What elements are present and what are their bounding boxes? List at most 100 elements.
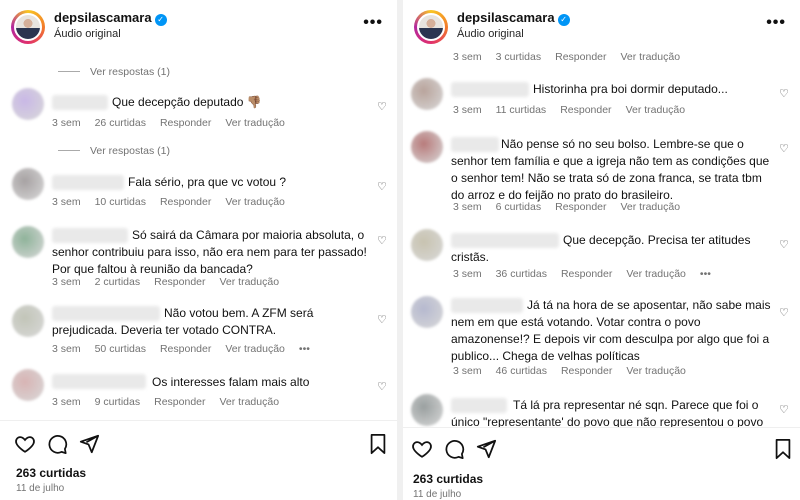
- commenter-username-blurred[interactable]: [451, 82, 529, 97]
- like-comment-heart-icon[interactable]: ♡: [779, 87, 789, 100]
- like-heart-icon[interactable]: [14, 433, 36, 455]
- commenter-username-blurred[interactable]: [52, 374, 146, 389]
- comment-likes[interactable]: 6 curtidas: [496, 201, 542, 213]
- profile-avatar[interactable]: [417, 13, 445, 41]
- username[interactable]: depsilascamara ✓: [457, 10, 570, 26]
- reply-button[interactable]: Responder: [160, 343, 211, 355]
- reply-button[interactable]: Responder: [561, 268, 612, 280]
- comment-time: 3 sem: [52, 276, 81, 288]
- replies-divider: [58, 150, 80, 151]
- comment-text: Já tá na hora de se aposentar, não sabe …: [451, 298, 771, 363]
- comment-text: Não votou bem. A ZFM será prejudicada. D…: [52, 306, 314, 337]
- username[interactable]: depsilascamara ✓: [54, 10, 167, 26]
- comment-time: 3 sem: [453, 104, 482, 116]
- comment-text: Fala sério, pra que vc votou ?: [128, 175, 287, 189]
- comment-likes[interactable]: 36 curtidas: [496, 268, 547, 280]
- commenter-avatar[interactable]: [411, 131, 443, 163]
- like-comment-heart-icon[interactable]: ♡: [377, 180, 387, 193]
- more-options-button[interactable]: •••: [766, 14, 786, 32]
- commenter-avatar[interactable]: [411, 229, 443, 261]
- translate-button[interactable]: Ver tradução: [225, 117, 285, 129]
- share-send-icon[interactable]: [78, 433, 100, 455]
- comment-time: 3 sem: [52, 196, 81, 208]
- translate-button[interactable]: Ver tradução: [621, 201, 681, 213]
- commenter-username-blurred[interactable]: [52, 95, 108, 110]
- like-comment-heart-icon[interactable]: ♡: [377, 234, 387, 247]
- commenter-avatar[interactable]: [12, 305, 44, 337]
- post-likes-count[interactable]: 263 curtidas: [16, 466, 86, 480]
- like-comment-heart-icon[interactable]: ♡: [779, 238, 789, 251]
- reply-button[interactable]: Responder: [561, 365, 612, 377]
- comment-likes[interactable]: 10 curtidas: [95, 196, 146, 208]
- comment-meta: 3 sem 3 curtidas Responder Ver tradução: [453, 51, 694, 63]
- comment-bubble-icon[interactable]: [46, 433, 68, 455]
- view-replies-link[interactable]: Ver respostas (1): [58, 66, 170, 78]
- comment-likes[interactable]: 11 curtidas: [496, 104, 547, 116]
- share-send-icon[interactable]: [475, 438, 497, 460]
- profile-avatar[interactable]: [14, 13, 42, 41]
- commenter-avatar[interactable]: [411, 296, 443, 328]
- like-comment-heart-icon[interactable]: ♡: [779, 142, 789, 155]
- comment-likes[interactable]: 46 curtidas: [496, 365, 547, 377]
- translate-button[interactable]: Ver tradução: [626, 268, 686, 280]
- translate-button[interactable]: Ver tradução: [220, 276, 280, 288]
- reply-button[interactable]: Responder: [555, 201, 606, 213]
- translate-button[interactable]: Ver tradução: [225, 343, 285, 355]
- comment-meta: 3 sem 26 curtidas Responder Ver tradução: [52, 117, 299, 129]
- comments-panel-left: depsilascamara ✓ Áudio original ••• Ver r…: [0, 0, 397, 500]
- like-comment-heart-icon[interactable]: ♡: [377, 313, 387, 326]
- profile-avatar-ring[interactable]: [414, 10, 448, 44]
- comment-likes[interactable]: 26 curtidas: [95, 117, 146, 129]
- comment-time: 3 sem: [453, 268, 482, 280]
- comment-text: Historinha pra boi dormir deputado...: [533, 82, 728, 96]
- comment-meta: 3 sem 50 curtidas Responder Ver tradução •••: [52, 343, 324, 355]
- view-replies-link[interactable]: Ver respostas (1): [58, 145, 170, 157]
- commenter-avatar[interactable]: [12, 168, 44, 200]
- comment-options-button[interactable]: •••: [299, 343, 310, 355]
- comment-bubble-icon[interactable]: [443, 438, 465, 460]
- comment-meta: 3 sem 11 curtidas Responder Ver tradução: [453, 104, 699, 116]
- comment-likes[interactable]: 3 curtidas: [496, 51, 542, 63]
- save-bookmark-icon[interactable]: [368, 433, 388, 455]
- comment-text: Só sairá da Câmara por maioria absoluta,…: [52, 228, 367, 276]
- post-likes-count[interactable]: 263 curtidas: [413, 472, 483, 486]
- reply-button[interactable]: Responder: [560, 104, 611, 116]
- reply-button[interactable]: Responder: [154, 396, 205, 408]
- save-bookmark-icon[interactable]: [773, 438, 793, 460]
- commenter-username-blurred[interactable]: [52, 175, 124, 190]
- commenter-avatar[interactable]: [12, 369, 44, 401]
- comment-time: 3 sem: [453, 201, 482, 213]
- like-comment-heart-icon[interactable]: ♡: [377, 100, 387, 113]
- comment-likes[interactable]: 50 curtidas: [95, 343, 146, 355]
- commenter-avatar[interactable]: [12, 226, 44, 258]
- translate-button[interactable]: Ver tradução: [225, 196, 285, 208]
- translate-button[interactable]: Ver tradução: [626, 365, 686, 377]
- reply-button[interactable]: Responder: [160, 196, 211, 208]
- audio-label[interactable]: Áudio original: [54, 28, 121, 40]
- profile-avatar-ring[interactable]: [11, 10, 45, 44]
- translate-button[interactable]: Ver tradução: [621, 51, 681, 63]
- translate-button[interactable]: Ver tradução: [220, 396, 280, 408]
- translate-button[interactable]: Ver tradução: [626, 104, 686, 116]
- commenter-avatar[interactable]: [12, 88, 44, 120]
- comment-meta: 3 sem 36 curtidas Responder Ver tradução •••: [453, 268, 725, 280]
- reply-button[interactable]: Responder: [555, 51, 606, 63]
- comment-options-button[interactable]: •••: [700, 268, 711, 280]
- audio-label[interactable]: Áudio original: [457, 28, 524, 40]
- like-comment-heart-icon[interactable]: ♡: [377, 380, 387, 393]
- like-comment-heart-icon[interactable]: ♡: [779, 306, 789, 319]
- reply-button[interactable]: Responder: [154, 276, 205, 288]
- commenter-avatar[interactable]: [411, 78, 443, 110]
- verified-badge-icon: ✓: [154, 14, 167, 26]
- comment-likes[interactable]: 2 curtidas: [95, 276, 141, 288]
- like-heart-icon[interactable]: [411, 438, 433, 460]
- like-comment-heart-icon[interactable]: ♡: [779, 403, 789, 416]
- reply-button[interactable]: Responder: [160, 117, 211, 129]
- post-actions-bar: 263 curtidas 11 de julho: [0, 420, 397, 500]
- post-header: depsilascamara ✓ Áudio original •••: [0, 0, 397, 50]
- commenter-avatar[interactable]: [411, 394, 443, 426]
- more-options-button[interactable]: •••: [363, 14, 383, 32]
- comment-meta: 3 sem 10 curtidas Responder Ver tradução: [52, 196, 299, 208]
- verified-badge-icon: ✓: [557, 14, 570, 26]
- comment-likes[interactable]: 9 curtidas: [95, 396, 141, 408]
